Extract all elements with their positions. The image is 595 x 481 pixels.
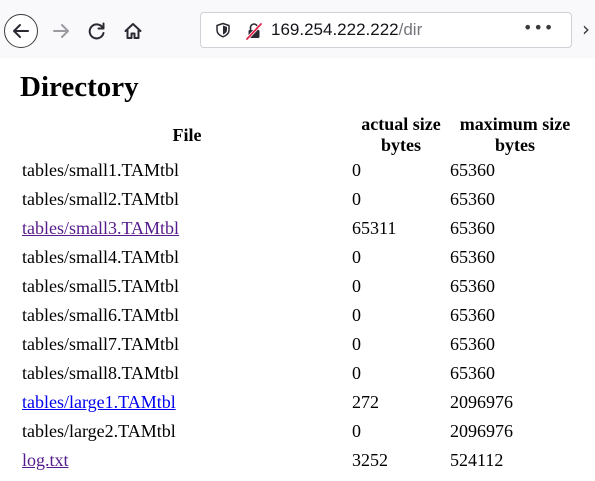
maximum-size-cell: 65360 <box>450 218 495 238</box>
forward-button[interactable] <box>44 14 78 48</box>
tracking-protection-button[interactable] <box>215 22 231 38</box>
file-cell[interactable]: log.txt <box>22 446 352 475</box>
maximum-size-cell: 65360 <box>450 189 495 209</box>
file-cell[interactable]: tables/small3.TAMtbl <box>22 214 352 243</box>
maximum-size-cell: 65360 <box>450 334 495 354</box>
insecure-lock-icon <box>245 22 263 41</box>
table-row: tables/small5.TAMtbl 0 65360 <box>22 272 580 301</box>
forward-arrow-icon <box>53 24 69 38</box>
address-bar[interactable]: 169.254.222.222/dir ••• <box>200 12 572 48</box>
actual-size-cell: 3252 <box>352 450 388 470</box>
file-cell: tables/small4.TAMtbl <box>22 243 352 272</box>
home-icon <box>124 23 142 39</box>
file-name: tables/small8.TAMtbl <box>22 363 180 383</box>
file-link[interactable]: tables/large1.TAMtbl <box>22 392 176 412</box>
page-title: Directory <box>20 71 139 103</box>
table-row: tables/small7.TAMtbl 0 65360 <box>22 330 580 359</box>
actual-size-cell: 0 <box>352 189 361 209</box>
maximum-size-cell: 65360 <box>450 305 495 325</box>
file-name: tables/small5.TAMtbl <box>22 276 180 296</box>
actual-size-cell: 65311 <box>352 218 397 238</box>
file-cell: tables/small7.TAMtbl <box>22 330 352 359</box>
actual-size-cell: 0 <box>352 421 361 441</box>
file-name: tables/large2.TAMtbl <box>22 421 176 441</box>
column-header-maximum-size: maximum size bytes <box>459 114 571 155</box>
connection-info-button[interactable] <box>245 22 263 41</box>
maximum-size-cell: 65360 <box>450 160 495 180</box>
table-row: log.txt 3252 524112 <box>22 446 580 475</box>
shield-icon <box>216 22 230 38</box>
home-button[interactable] <box>116 14 150 48</box>
url-path: /dir <box>398 20 423 39</box>
table-row: tables/small1.TAMtbl 0 65360 <box>22 156 580 185</box>
actual-size-cell: 0 <box>352 305 361 325</box>
back-arrow-icon <box>13 24 29 38</box>
actual-size-cell: 0 <box>352 247 361 267</box>
file-name: tables/small1.TAMtbl <box>22 160 180 180</box>
table-row: tables/large1.TAMtbl 272 2096976 <box>22 388 580 417</box>
file-cell[interactable]: tables/large1.TAMtbl <box>22 388 352 417</box>
reload-icon <box>88 22 105 40</box>
maximum-size-cell: 524112 <box>450 450 504 470</box>
toolbar-overflow-button[interactable]: › <box>582 17 595 41</box>
actual-size-cell: 0 <box>352 276 361 296</box>
file-cell: tables/small8.TAMtbl <box>22 359 352 388</box>
url-host: 169.254.222.222 <box>271 20 399 39</box>
actual-size-cell: 272 <box>352 392 379 412</box>
actual-size-cell: 0 <box>352 160 361 180</box>
table-row: tables/small3.TAMtbl 65311 65360 <box>22 214 580 243</box>
browser-toolbar: 169.254.222.222/dir ••• › <box>0 0 595 58</box>
actual-size-cell: 0 <box>352 363 361 383</box>
file-cell: tables/large2.TAMtbl <box>22 417 352 446</box>
file-cell: tables/small6.TAMtbl <box>22 301 352 330</box>
file-cell: tables/small5.TAMtbl <box>22 272 352 301</box>
file-name: tables/small4.TAMtbl <box>22 247 180 267</box>
maximum-size-cell: 2096976 <box>450 392 513 412</box>
table-row: tables/small4.TAMtbl 0 65360 <box>22 243 580 272</box>
file-name: tables/small6.TAMtbl <box>22 305 180 325</box>
chevron-right-icon: › <box>582 17 590 41</box>
reload-button[interactable] <box>80 14 114 48</box>
file-cell: tables/small2.TAMtbl <box>22 185 352 214</box>
column-header-actual-size: actual size bytes <box>361 114 441 155</box>
url-text[interactable]: 169.254.222.222/dir <box>271 20 422 40</box>
table-row: tables/large2.TAMtbl 0 2096976 <box>22 417 580 446</box>
file-link[interactable]: tables/small3.TAMtbl <box>22 218 179 238</box>
page-actions-button[interactable]: ••• <box>523 18 553 42</box>
column-header-file: File <box>172 124 202 145</box>
table-row: tables/small2.TAMtbl 0 65360 <box>22 185 580 214</box>
table-row: tables/small8.TAMtbl 0 65360 <box>22 359 580 388</box>
file-cell: tables/small1.TAMtbl <box>22 156 352 185</box>
more-horizontal-icon: ••• <box>523 18 555 37</box>
directory-table: File actual size bytes maximum size bytes … <box>22 114 580 475</box>
file-link[interactable]: log.txt <box>22 450 69 470</box>
file-name: tables/small2.TAMtbl <box>22 189 180 209</box>
actual-size-cell: 0 <box>352 334 361 354</box>
maximum-size-cell: 2096976 <box>450 421 513 441</box>
file-name: tables/small7.TAMtbl <box>22 334 180 354</box>
directory-rows: tables/small1.TAMtbl 0 65360 tables/small2.… <box>22 156 580 475</box>
table-row: tables/small6.TAMtbl 0 65360 <box>22 301 580 330</box>
maximum-size-cell: 65360 <box>450 363 495 383</box>
table-header-row: File actual size bytes maximum size bytes <box>22 114 580 156</box>
maximum-size-cell: 65360 <box>450 276 495 296</box>
back-button[interactable] <box>4 14 38 48</box>
maximum-size-cell: 65360 <box>450 247 495 267</box>
